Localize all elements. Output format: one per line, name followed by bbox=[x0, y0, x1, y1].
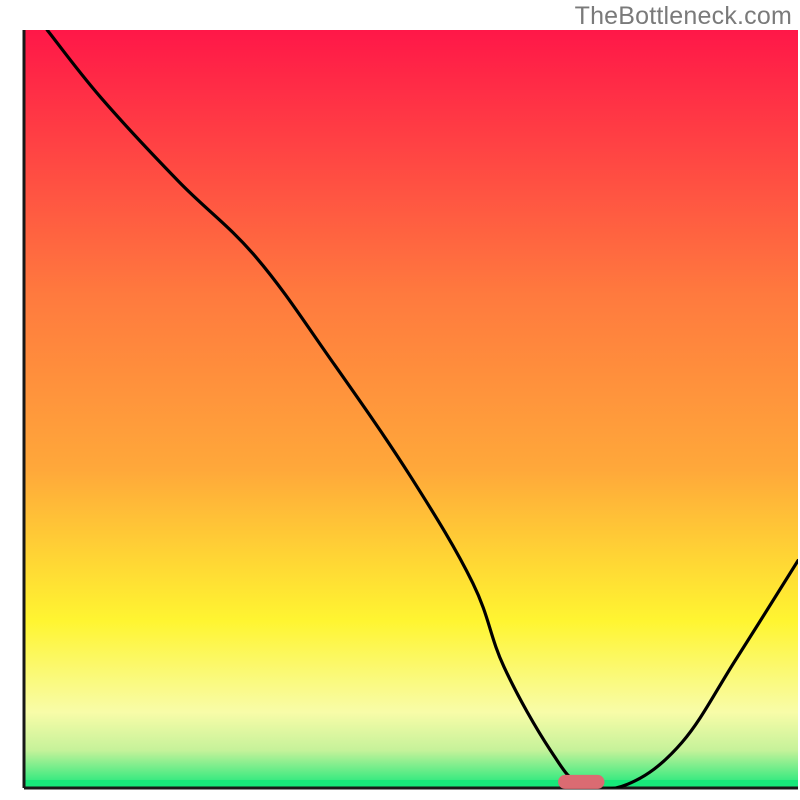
chart-container: TheBottleneck.com bbox=[0, 0, 800, 800]
optimum-marker bbox=[558, 775, 604, 789]
bottleneck-chart bbox=[0, 0, 800, 800]
watermark-text: TheBottleneck.com bbox=[575, 2, 792, 31]
plot-background bbox=[24, 30, 798, 788]
